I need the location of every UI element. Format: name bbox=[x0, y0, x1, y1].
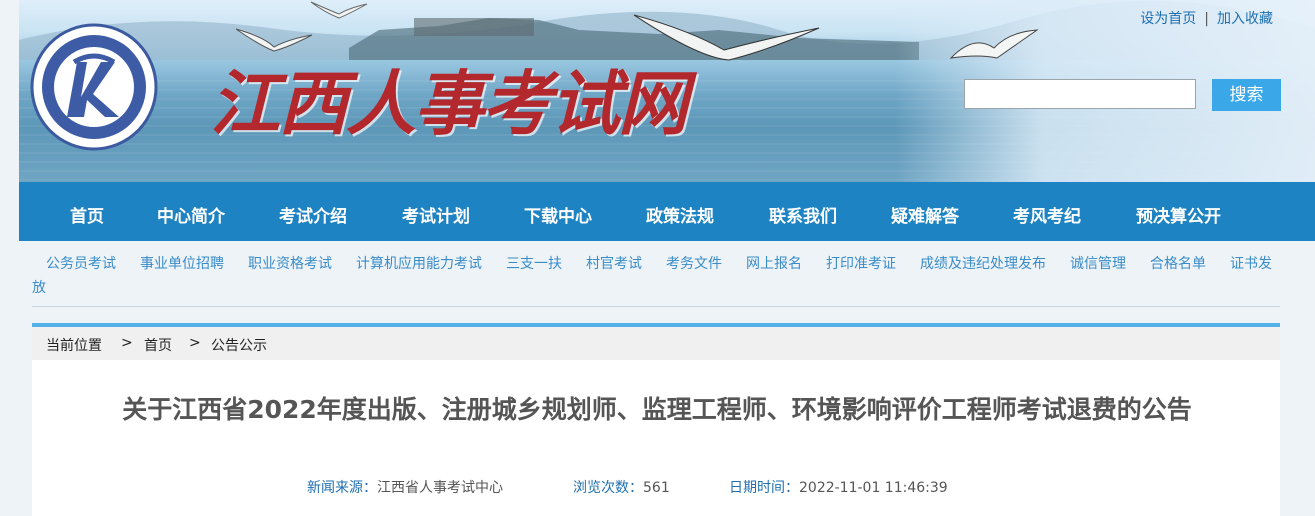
nav-item-budget[interactable]: 预决算公开 bbox=[1136, 202, 1221, 227]
search-input[interactable] bbox=[964, 79, 1196, 109]
nav-item-exam-plan[interactable]: 考试计划 bbox=[402, 202, 470, 227]
date-label: 日期时间： bbox=[729, 480, 799, 496]
subnav-item[interactable]: 公务员考试 bbox=[46, 256, 116, 272]
breadcrumb-label: 当前位置 bbox=[46, 338, 102, 354]
nav-item-contact[interactable]: 联系我们 bbox=[769, 202, 837, 227]
bird-icon bbox=[310, 1, 368, 19]
link-separator: | bbox=[1204, 11, 1209, 27]
bird-icon bbox=[949, 29, 1039, 59]
article-date: 日期时间：2022-11-01 11:46:39 bbox=[729, 477, 948, 497]
breadcrumb-home[interactable]: 首页 bbox=[144, 335, 172, 355]
source-label: 新闻来源： bbox=[307, 480, 377, 496]
breadcrumb-current[interactable]: 公告公示 bbox=[211, 335, 267, 355]
nav-item-policy[interactable]: 政策法规 bbox=[646, 202, 714, 227]
nav-item-about[interactable]: 中心简介 bbox=[157, 202, 225, 227]
subnav-item[interactable]: 成绩及违纪处理发布 bbox=[920, 256, 1046, 272]
sub-nav: 公务员考试 事业单位招聘 职业资格考试 计算机应用能力考试 三支一扶 村官考试 考务文件 网上… bbox=[32, 252, 1282, 300]
site-logo bbox=[30, 23, 158, 151]
search-button[interactable]: 搜索 bbox=[1212, 79, 1281, 111]
nav-item-discipline[interactable]: 考风考纪 bbox=[1013, 202, 1081, 227]
views-label: 浏览次数： bbox=[573, 480, 643, 496]
top-links: 设为首页 | 加入收藏 bbox=[1140, 8, 1273, 28]
article-views: 浏览次数：561 bbox=[573, 477, 670, 497]
nav-item-home[interactable]: 首页 bbox=[70, 202, 104, 227]
subnav-item[interactable]: 职业资格考试 bbox=[248, 256, 332, 272]
subnav-item[interactable]: 三支一扶 bbox=[506, 256, 562, 272]
nav-item-faq[interactable]: 疑难解答 bbox=[891, 202, 959, 227]
breadcrumb-separator: > bbox=[121, 335, 133, 351]
subnav-item[interactable]: 合格名单 bbox=[1150, 256, 1206, 272]
subnav-item[interactable]: 计算机应用能力考试 bbox=[356, 256, 482, 272]
nav-item-exam-intro[interactable]: 考试介绍 bbox=[279, 202, 347, 227]
subnav-item[interactable]: 诚信管理 bbox=[1070, 256, 1126, 272]
set-homepage-link[interactable]: 设为首页 bbox=[1140, 11, 1196, 27]
subnav-item[interactable]: 事业单位招聘 bbox=[140, 256, 224, 272]
breadcrumb: 当前位置 > 首页 > 公告公示 bbox=[32, 327, 1280, 360]
breadcrumb-separator: > bbox=[189, 335, 201, 351]
add-favorite-link[interactable]: 加入收藏 bbox=[1217, 11, 1273, 27]
article-source: 新闻来源：江西省人事考试中心 bbox=[307, 477, 503, 497]
subnav-item[interactable]: 打印准考证 bbox=[826, 256, 896, 272]
subnav-item[interactable]: 网上报名 bbox=[746, 256, 802, 272]
site-title: 江西人事考试网 bbox=[210, 62, 688, 145]
source-value: 江西省人事考试中心 bbox=[377, 480, 503, 496]
divider bbox=[32, 306, 1280, 307]
article-title: 关于江西省2022年度出版、注册城乡规划师、监理工程师、环境影响评价工程师考试退… bbox=[122, 395, 1192, 424]
nav-item-downloads[interactable]: 下载中心 bbox=[524, 202, 592, 227]
views-value: 561 bbox=[643, 480, 670, 496]
subnav-item[interactable]: 考务文件 bbox=[666, 256, 722, 272]
main-nav: 首页 中心简介 考试介绍 考试计划 下载中心 政策法规 联系我们 疑难解答 考风… bbox=[19, 182, 1315, 241]
date-value: 2022-11-01 11:46:39 bbox=[799, 480, 948, 496]
subnav-item[interactable]: 村官考试 bbox=[586, 256, 642, 272]
article-panel: 当前位置 > 首页 > 公告公示 关于江西省2022年度出版、注册城乡规划师、监… bbox=[32, 323, 1280, 516]
